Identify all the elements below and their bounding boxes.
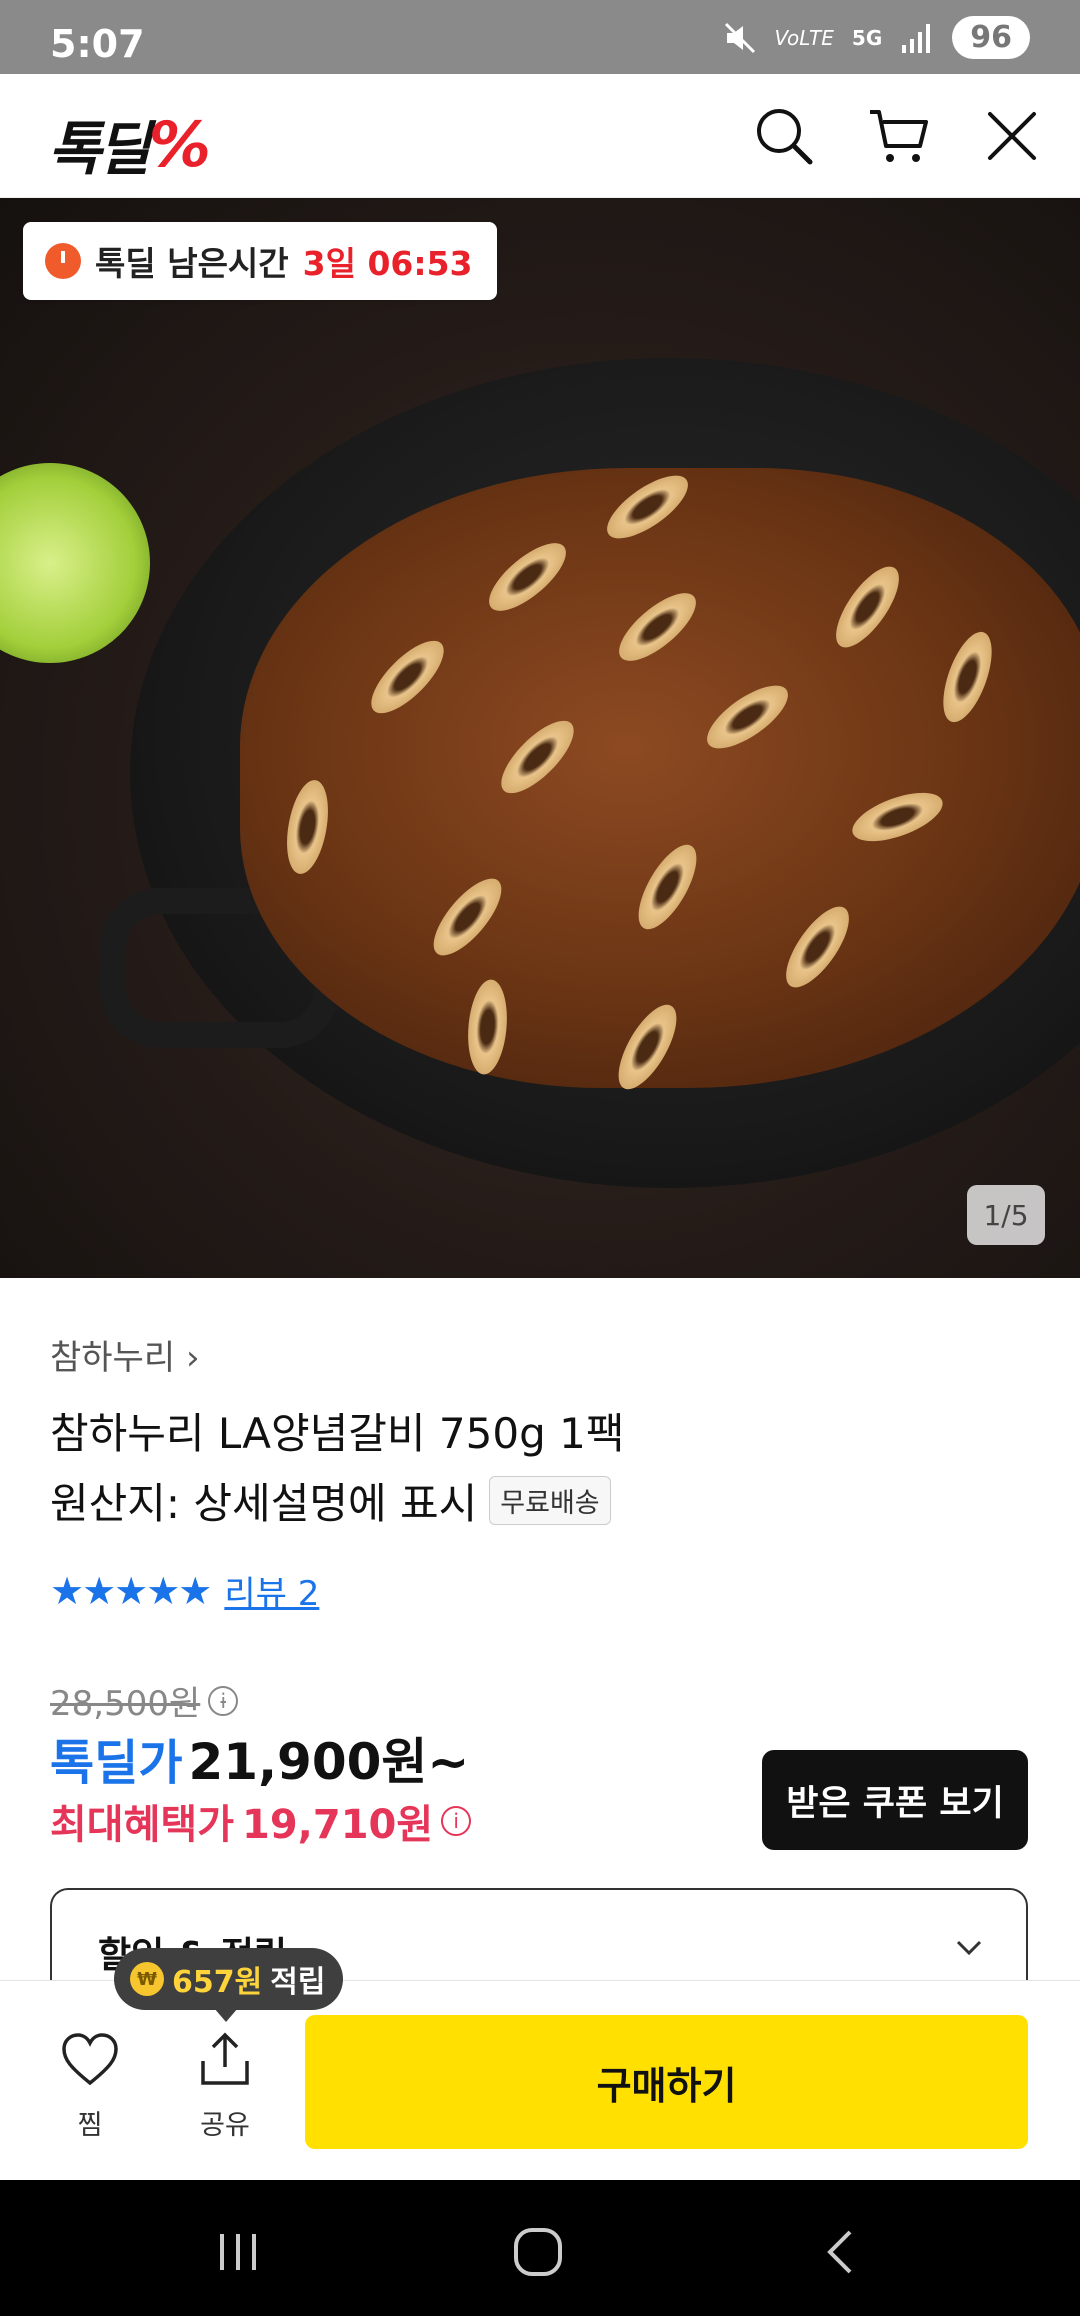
clock-icon <box>45 243 81 279</box>
points-amount: 657원 <box>172 1965 263 2000</box>
origin-text: 원산지: 상세설명에 표시 <box>50 1479 478 1528</box>
origin-line: 원산지: 상세설명에 표시 무료배송 <box>50 1470 611 1531</box>
status-bar: 5:07 VoLTE 5G 96 <box>0 0 1080 74</box>
share-label: 공유 <box>200 2110 250 2141</box>
max-benefit-row: 최대혜택가 19,710원 i <box>50 1792 472 1850</box>
logo-mark: % <box>148 107 211 181</box>
share-button[interactable]: 공유 <box>175 2031 275 2142</box>
system-nav-bar <box>0 2180 1080 2316</box>
signal-icon <box>902 23 931 53</box>
timer-value: 3일 06:53 <box>302 244 473 283</box>
heart-icon <box>62 2033 118 2086</box>
product-image-carousel[interactable] <box>0 198 1080 1278</box>
network-type: 5G <box>851 25 883 50</box>
logo-text: 톡딜 <box>48 115 151 183</box>
product-title: 참하누리 LA양념갈비 750g 1팩 <box>50 1409 625 1458</box>
brand-name: 참하누리 <box>50 1338 176 1378</box>
coin-icon: ₩ <box>130 1962 164 1996</box>
info-icon[interactable]: i <box>208 1685 239 1716</box>
info-icon[interactable]: i <box>441 1806 472 1836</box>
deal-price-label: 톡딜가 <box>50 1735 183 1791</box>
chevron-down-icon <box>956 1940 982 1956</box>
wish-label: 찜 <box>77 2110 103 2141</box>
brand-link[interactable]: 참하누리 › <box>50 1330 200 1379</box>
wish-button[interactable]: 찜 <box>40 2031 140 2142</box>
star-rating-icon: ★★★★★ <box>50 1568 212 1613</box>
home-icon[interactable] <box>508 2222 568 2282</box>
chevron-right-icon: › <box>185 1338 200 1378</box>
close-icon[interactable] <box>980 104 1044 168</box>
app-header: 톡딜 % <box>0 74 1080 198</box>
recent-apps-icon[interactable] <box>208 2222 268 2282</box>
buy-button[interactable]: 구매하기 <box>305 2015 1028 2149</box>
deal-price-row: 톡딜가 21,900원~ <box>50 1722 469 1794</box>
app-logo[interactable]: 톡딜 % <box>48 102 211 186</box>
cart-icon[interactable] <box>866 104 930 168</box>
battery-level: 96 <box>952 16 1030 59</box>
timer-label: 톡딜 남은시간 <box>95 244 289 283</box>
points-tooltip: ₩ 657원 적립 <box>114 1948 344 2022</box>
deal-price-value: 21,900원~ <box>188 1733 470 1791</box>
status-time: 5:07 <box>50 22 145 66</box>
volte-badge: VoLTE <box>774 25 834 50</box>
free-shipping-badge: 무료배송 <box>489 1476 611 1525</box>
original-price-value: 28,500원 <box>50 1684 201 1724</box>
status-icons: VoLTE 5G 96 <box>723 16 1030 59</box>
back-icon[interactable] <box>812 2222 872 2282</box>
image-counter: 1/5 <box>967 1185 1045 1245</box>
mute-icon <box>724 22 755 53</box>
share-icon <box>201 2032 249 2085</box>
original-price: 28,500원 i <box>50 1676 239 1725</box>
bottom-action-bar: 찜 공유 구매하기 <box>0 1980 1080 2180</box>
rating-row: ★★★★★ 리뷰 2 <box>50 1566 319 1615</box>
view-coupons-button[interactable]: 받은 쿠폰 보기 <box>762 1750 1028 1850</box>
product-photo-galbi <box>240 468 1080 1088</box>
review-link[interactable]: 리뷰 2 <box>224 1566 319 1615</box>
product-photo-lime <box>0 463 150 663</box>
search-icon[interactable] <box>752 104 816 168</box>
points-suffix: 적립 <box>270 1965 326 2000</box>
max-benefit-label: 최대혜택가 <box>50 1802 234 1848</box>
deal-timer-badge: 톡딜 남은시간 3일 06:53 <box>23 222 497 300</box>
max-benefit-price: 19,710원 <box>242 1802 434 1848</box>
